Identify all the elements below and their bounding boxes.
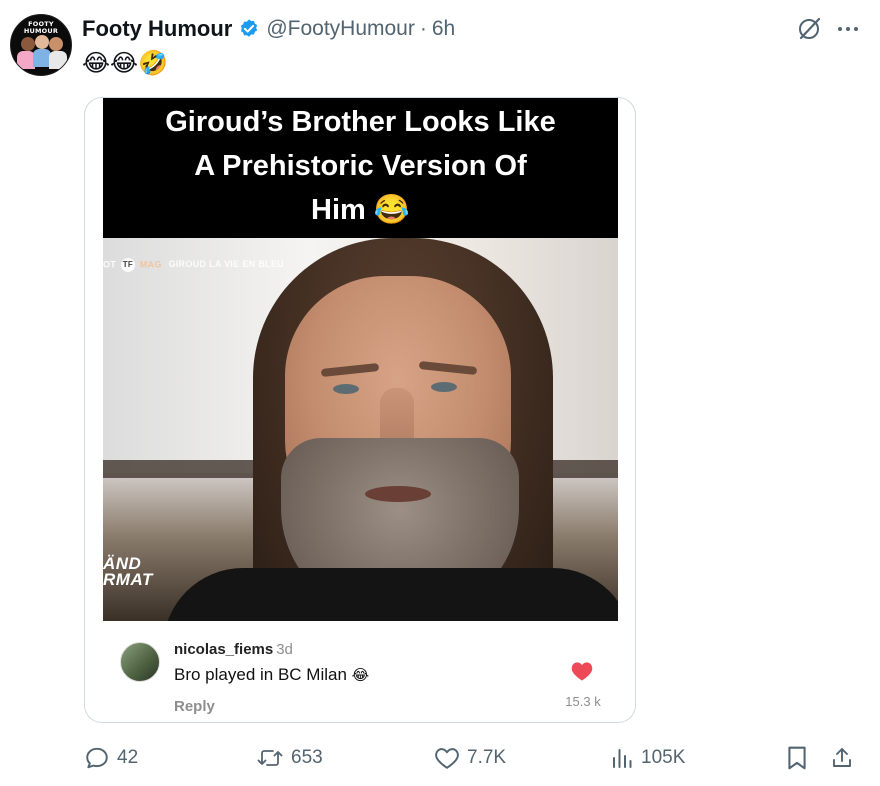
like-icon	[435, 748, 459, 769]
bookmark-icon	[788, 746, 806, 770]
tweet-header: Footy Humour @FootyHumour · 6h	[82, 14, 455, 44]
views-button[interactable]: 105K	[610, 740, 685, 776]
bookmark-button[interactable]	[786, 740, 815, 776]
comment-text-line: Bro played in BC Milan 😂	[174, 665, 369, 685]
video-corner-text: ÄND RMAT	[103, 555, 153, 589]
views-count: 105K	[641, 747, 686, 768]
author-avatar[interactable]: FOOTY HUMOUR	[10, 14, 72, 76]
embedded-comment: nicolas_fiems 3d Bro played in BC Milan 😂…	[85, 621, 635, 722]
video-overlay-text: OT TF MAG GIROUD LA VIE EN BLEU	[103, 258, 284, 272]
top-actions	[796, 16, 860, 42]
video-frame[interactable]: OT TF MAG GIROUD LA VIE EN BLEU ÄND RMAT	[103, 238, 618, 621]
comment-ago: 3d	[276, 641, 293, 658]
avatar-brand-text: FOOTY HUMOUR	[23, 20, 59, 35]
display-name[interactable]: Footy Humour	[82, 16, 232, 42]
media-card[interactable]: Giroud’s Brother Looks Like A Prehistori…	[84, 97, 636, 723]
repost-count: 653	[291, 747, 323, 768]
comment-text: Bro played in BC Milan	[174, 665, 347, 684]
share-icon	[833, 748, 851, 767]
comment-user-line: nicolas_fiems 3d	[174, 641, 293, 658]
action-bar: 42 653 7.7K 105K	[0, 740, 880, 776]
like-button[interactable]: 7.7K	[434, 740, 506, 776]
media-caption: Giroud’s Brother Looks Like A Prehistori…	[103, 98, 618, 238]
comment-avatar	[120, 642, 160, 682]
reply-button[interactable]: 42	[84, 740, 138, 776]
verified-badge-icon	[241, 19, 258, 37]
timestamp[interactable]: 6h	[432, 17, 455, 41]
tweet-text: 😂😂🤣	[82, 49, 168, 77]
comment-like-count: 15.3 k	[565, 694, 601, 709]
heart-icon	[571, 662, 593, 681]
like-count: 7.7K	[467, 747, 507, 768]
grok-icon[interactable]	[796, 16, 822, 42]
repost-icon	[257, 750, 283, 766]
share-button[interactable]	[830, 740, 861, 776]
reply-count: 42	[117, 747, 139, 768]
separator-dot: ·	[419, 17, 427, 40]
handle[interactable]: @FootyHumour	[266, 17, 415, 41]
comment-reply: Reply	[174, 698, 215, 715]
video-overlay-right: GIROUD LA VIE EN BLEU	[168, 259, 284, 270]
video-corner-line2: RMAT	[103, 570, 153, 589]
video-overlay-left: OT	[103, 259, 117, 270]
comment-emoji: 😂	[351, 666, 370, 684]
views-icon	[613, 749, 632, 768]
video-overlay-mag: MAG	[139, 259, 162, 270]
reply-icon	[86, 747, 108, 769]
more-icon[interactable]	[836, 17, 860, 41]
comment-username: nicolas_fiems	[174, 641, 274, 658]
media-caption-text: Giroud’s Brother Looks Like A Prehistori…	[165, 106, 556, 226]
repost-button[interactable]: 653	[256, 740, 323, 776]
video-overlay-logo: TF	[120, 258, 135, 272]
